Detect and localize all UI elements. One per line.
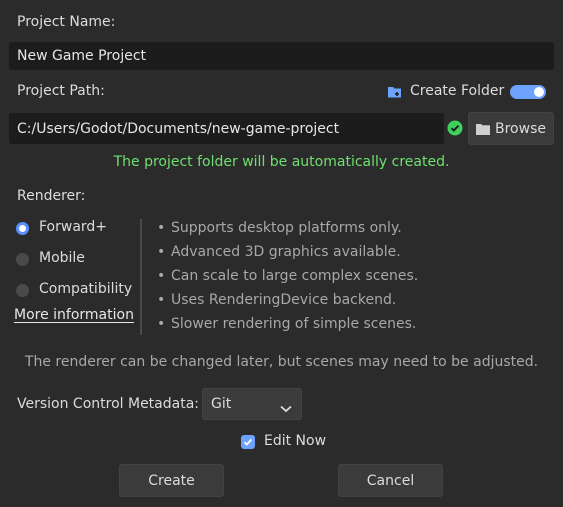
renderer-option-compatibility[interactable]: Compatibility — [39, 281, 132, 297]
renderer-option-mobile[interactable]: Mobile — [39, 250, 85, 266]
radio-forward-plus[interactable] — [16, 222, 29, 235]
renderer-label: Renderer: — [17, 188, 86, 204]
browse-button-label: Browse — [495, 120, 546, 137]
create-folder-toggle[interactable] — [510, 85, 546, 99]
browse-button[interactable]: Browse — [468, 112, 554, 145]
folder-create-icon — [387, 84, 403, 100]
create-button[interactable]: Create — [119, 464, 224, 497]
edit-now-label[interactable]: Edit Now — [264, 433, 326, 449]
more-information-link[interactable]: More information — [14, 307, 134, 323]
project-path-label: Project Path: — [17, 83, 105, 99]
renderer-feature: • Slower rendering of simple scenes. — [157, 316, 417, 332]
version-control-value: Git — [211, 396, 232, 412]
version-control-select[interactable]: Git — [202, 388, 302, 420]
renderer-feature: • Uses RenderingDevice backend. — [157, 292, 397, 308]
renderer-divider — [140, 219, 142, 335]
renderer-note: The renderer can be changed later, but s… — [24, 354, 539, 370]
project-name-label: Project Name: — [17, 14, 116, 30]
check-circle-icon — [447, 120, 463, 136]
renderer-feature: • Can scale to large complex scenes. — [157, 268, 419, 284]
cancel-button[interactable]: Cancel — [338, 464, 443, 497]
edit-now-checkbox[interactable] — [241, 435, 255, 449]
radio-mobile[interactable] — [16, 253, 29, 266]
toggle-knob — [534, 87, 544, 97]
folder-icon — [476, 123, 490, 135]
create-folder-label: Create Folder — [410, 83, 505, 99]
checkmark-icon — [243, 438, 253, 446]
chevron-down-icon — [280, 401, 292, 417]
renderer-option-forward-plus[interactable]: Forward+ — [39, 219, 107, 235]
renderer-feature: • Advanced 3D graphics available. — [157, 244, 401, 260]
version-control-label: Version Control Metadata: — [17, 396, 199, 412]
path-status-message: The project folder will be automatically… — [113, 154, 450, 170]
project-name-input[interactable]: New Game Project — [9, 42, 554, 70]
renderer-feature: • Supports desktop platforms only. — [157, 220, 402, 236]
radio-compatibility[interactable] — [16, 284, 29, 297]
project-path-input[interactable]: C:/Users/Godot/Documents/new-game-projec… — [9, 113, 444, 144]
